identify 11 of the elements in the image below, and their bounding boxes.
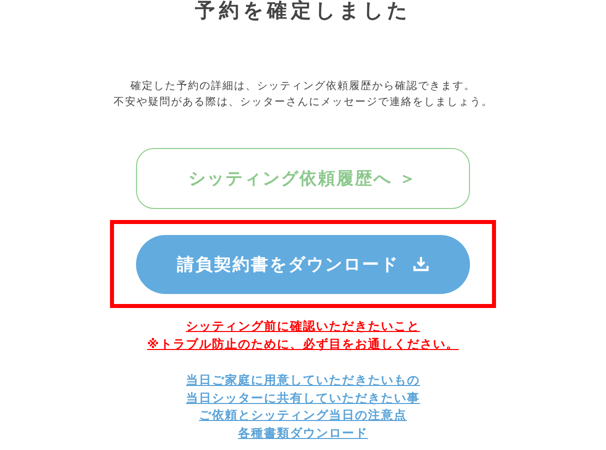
info-link[interactable]: 当日ご家庭に用意していただきたいもの bbox=[186, 372, 420, 390]
download-icon bbox=[413, 256, 429, 272]
info-link[interactable]: 当日シッターに共有していただきたい事 bbox=[186, 390, 420, 407]
notice-link[interactable]: シッティング前に確認いただきたいこと bbox=[186, 318, 420, 335]
download-button[interactable]: 請負契約書をダウンロード bbox=[136, 234, 470, 294]
message-text: 不安や疑問がある際は、シッターさんにメッセージで連絡をしましょう。 bbox=[113, 95, 493, 110]
notice-link[interactable]: ※トラブル防止のために、必ず目をお通しください。 bbox=[147, 336, 459, 353]
info-link[interactable]: ご依頼とシッティング当日の注意点 bbox=[199, 407, 407, 424]
message-text: 確定した予約の詳細は、シッティング依頼履歴から確認できます。 bbox=[130, 79, 476, 94]
history-button[interactable]: シッティング依頼履歴へ ＞ bbox=[136, 148, 470, 209]
info-link[interactable]: 各種書類ダウンロード bbox=[238, 424, 368, 442]
